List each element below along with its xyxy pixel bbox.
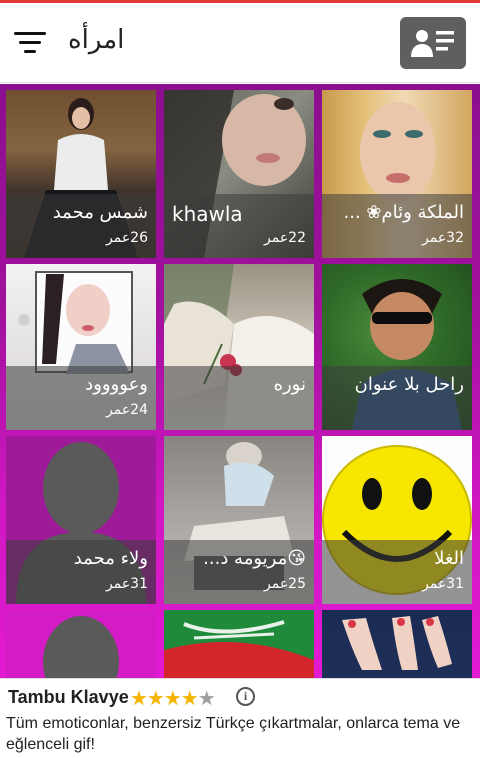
profile-caption: راحل بلا عنوان (322, 366, 472, 430)
profile-age: 31عمر (422, 576, 464, 592)
profile-age: 26عمر (106, 230, 148, 246)
profile-name: نوره (273, 374, 306, 395)
profile-name: شمس محمد (52, 202, 148, 223)
profile-caption: 😘مريومه د... 25عمر (164, 540, 314, 604)
profile-name: راحل بلا عنوان (354, 374, 464, 395)
profile-card[interactable]: الملكة وئام❀ ... 32عمر (322, 90, 472, 258)
profile-card[interactable]: ولاء محمد 31عمر (6, 436, 156, 604)
profile-caption: الغلا 31عمر (322, 540, 472, 604)
profile-card[interactable]: راحل بلا عنوان (322, 264, 472, 430)
filter-menu-icon[interactable] (14, 29, 48, 57)
profile-caption: نوره (164, 366, 314, 430)
default-avatar-photo (6, 610, 156, 678)
page-title: امرأه (68, 25, 125, 55)
profile-name: khawla (172, 202, 243, 226)
profile-photo (322, 610, 472, 678)
info-icon[interactable]: i (236, 687, 255, 706)
profile-caption: ولاء محمد 31عمر (6, 540, 156, 604)
contact-card-icon[interactable] (400, 17, 466, 69)
rating-stars: ★★★★★ (130, 686, 216, 710)
app-bar: امرأه (0, 3, 480, 83)
profile-caption: الملكة وئام❀ ... 32عمر (322, 194, 472, 258)
ad-title: Tambu Klavye (8, 687, 129, 707)
flag-photo (164, 610, 314, 678)
ad-description: Tüm emoticonlar, benzersiz Türkçe çıkart… (6, 715, 461, 753)
profile-name: وعوووود (85, 374, 148, 395)
rating-star-half: ★ (197, 686, 216, 710)
profile-age: 32عمر (422, 230, 464, 246)
profile-age: 24عمر (106, 402, 148, 418)
profile-card[interactable]: شمس محمد 26عمر (6, 90, 156, 258)
profile-age: 31عمر (106, 576, 148, 592)
profiles-grid: شمس محمد 26عمر khawla 22عمر الملكة وئام❀… (0, 84, 480, 678)
profile-card[interactable]: khawla 22عمر (164, 90, 314, 258)
rating-stars-full: ★★★★ (130, 686, 199, 710)
profile-name: 😘مريومه د... (203, 548, 306, 569)
profile-card[interactable] (164, 610, 314, 678)
profile-caption: وعوووود 24عمر (6, 366, 156, 430)
ad-banner[interactable]: Tambu Klavye ★★★★★ i Tüm emoticonlar, be… (0, 678, 480, 758)
profile-card[interactable]: الغلا 31عمر (322, 436, 472, 604)
profile-card[interactable] (6, 610, 156, 678)
profile-age: 22عمر (264, 230, 306, 246)
profile-name: الغلا (434, 548, 464, 569)
profile-age: 25عمر (264, 576, 306, 592)
profile-card[interactable] (322, 610, 472, 678)
profile-card[interactable]: نوره (164, 264, 314, 430)
profile-name: ولاء محمد (73, 548, 148, 569)
profile-name: الملكة وئام❀ ... (343, 202, 464, 223)
profile-caption: شمس محمد 26عمر (6, 194, 156, 258)
profile-caption: khawla 22عمر (164, 194, 314, 258)
profile-card[interactable]: وعوووود 24عمر (6, 264, 156, 430)
profile-card[interactable]: 😘مريومه د... 25عمر (164, 436, 314, 604)
